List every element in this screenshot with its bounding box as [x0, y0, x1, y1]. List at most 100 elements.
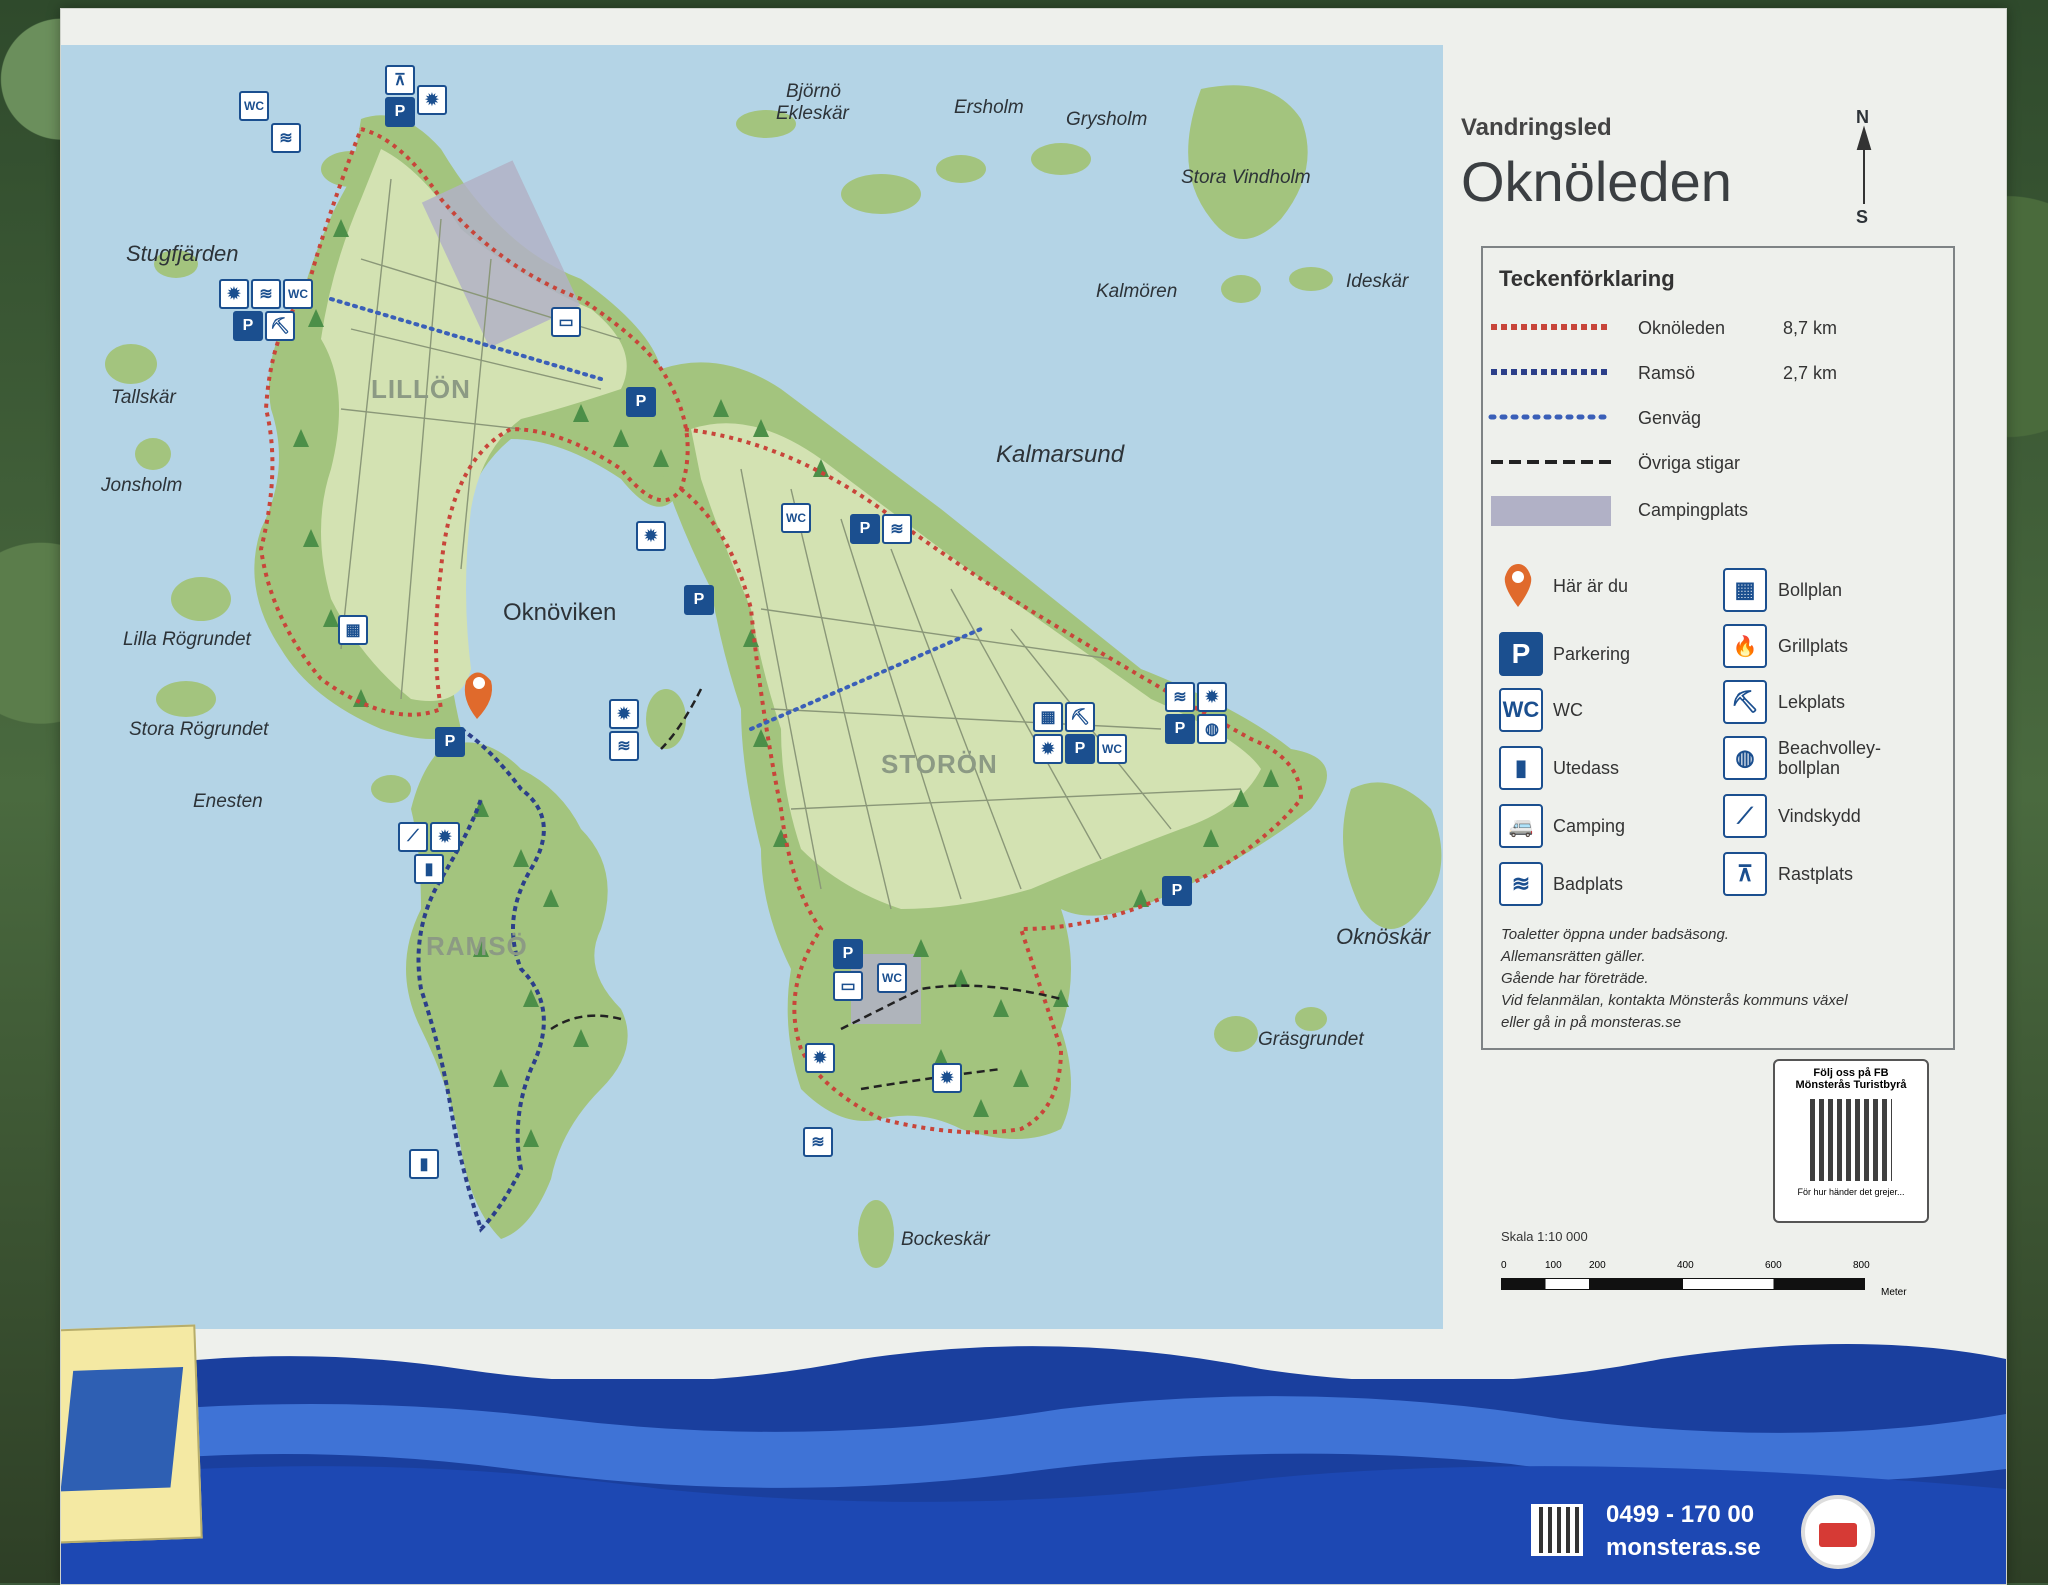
outhouse-icon: ▮	[414, 854, 444, 884]
parking-icon: P	[435, 727, 465, 757]
label-stora-rogrundet: Stora Rögrundet	[129, 719, 269, 740]
footer-qr-icon[interactable]	[1531, 1504, 1583, 1556]
scale-tick-400: 400	[1677, 1260, 1694, 1271]
ball-field-icon: ▦	[1723, 568, 1767, 612]
playground-icon: ⛏	[265, 311, 295, 341]
legend-rastplats: Rastplats	[1778, 864, 1854, 884]
legend-notes: Toaletter öppna under badsäsong. Alleman…	[1501, 924, 1848, 1034]
scale-bar-graphic	[1501, 1278, 1865, 1290]
wc-icon: WC	[1499, 688, 1543, 732]
camping-icon: ▭	[833, 971, 863, 1001]
qr-code-icon[interactable]	[1810, 1099, 1892, 1181]
scale-tick-100: 100	[1545, 1260, 1562, 1271]
parking-icon: P	[233, 311, 263, 341]
label-grysholm: Grysholm	[1066, 109, 1148, 130]
swimming-icon: ≋	[1499, 862, 1543, 906]
scale-bar: Skala 1:10 000 0 100 200 400 600 800 Met…	[1501, 1229, 1907, 1298]
scale-tick-600: 600	[1765, 1260, 1782, 1271]
label-bockeskar: Bockeskär	[901, 1229, 990, 1250]
camping-icon: ▭	[551, 307, 581, 337]
grill-icon: ✹	[219, 279, 249, 309]
rest-area-icon: ⊼	[385, 65, 415, 95]
swimming-icon: ≋	[271, 123, 301, 153]
map-sign: Vandringsled Oknöleden N S Teckenförklar…	[60, 8, 2007, 1585]
qr-footer: För hur händer det grejer...	[1797, 1187, 1905, 1197]
grill-icon: 🔥	[1723, 624, 1767, 668]
parking-icon: P	[684, 585, 714, 615]
wind-shelter-icon: ⟋	[1723, 794, 1767, 838]
label-grasgrundet: Gräsgrundet	[1258, 1029, 1364, 1050]
legend-campingplats-label: Campingplats	[1638, 500, 1749, 520]
parking-icon: P	[833, 939, 863, 969]
swimming-icon: ≋	[882, 514, 912, 544]
scale-tick-0: 0	[1501, 1260, 1507, 1271]
outhouse-icon: ▮	[1499, 746, 1543, 790]
municipality-logo-icon	[1801, 1495, 1875, 1569]
label-kalmarsund: Kalmarsund	[996, 441, 1125, 468]
label-enesten: Enesten	[193, 791, 263, 812]
legend-grillplats: Grillplats	[1778, 636, 1849, 656]
camping-icon: 🚐	[1499, 804, 1543, 848]
outhouse-icon: ▮	[409, 1149, 439, 1179]
grill-icon: ✹	[932, 1063, 962, 1093]
wc-icon: WC	[877, 963, 907, 993]
parking-icon: P	[1162, 876, 1192, 906]
label-ekleskar: Ekleskär	[776, 103, 849, 124]
note-gaende: Gående har företräde.	[1501, 970, 1649, 987]
grill-icon: ✹	[417, 85, 447, 115]
label-storon: STORÖN	[881, 749, 998, 779]
legend-wc: WC	[1553, 700, 1583, 720]
trail-title: Oknöleden	[1461, 150, 1732, 213]
facebook-qr-box[interactable]: Följ oss på FB Mönsterås Turistbyrå För …	[1773, 1059, 1929, 1223]
label-stora-vindholm: Stora Vindholm	[1181, 167, 1311, 188]
label-stugfjarden: Stugfjärden	[126, 241, 239, 266]
wc-icon: WC	[239, 91, 269, 121]
legend-camping: Camping	[1553, 816, 1626, 836]
label-lilla-rogrundet: Lilla Rögrundet	[123, 629, 251, 650]
label-bjorno: Björnö	[786, 81, 841, 102]
ball-field-icon: ▦	[1033, 702, 1063, 732]
wc-icon: WC	[1097, 734, 1127, 764]
scale-unit: Meter	[1881, 1287, 1907, 1298]
legend-badplats: Badplats	[1553, 874, 1624, 894]
label-tallskar: Tallskär	[111, 387, 176, 408]
legend-lekplats: Lekplats	[1778, 692, 1846, 712]
footer-website[interactable]: monsteras.se	[1606, 1534, 1761, 1562]
label-jonsholm: Jonsholm	[101, 475, 183, 496]
location-pin-icon	[1503, 563, 1533, 607]
label-oknoskar: Oknöskär	[1336, 924, 1431, 949]
grill-icon: ✹	[609, 699, 639, 729]
footer-phone[interactable]: 0499 - 170 00	[1606, 1501, 1754, 1529]
legend-genvag-label: Genväg	[1638, 408, 1702, 428]
parking-icon: P	[1499, 632, 1543, 676]
parking-icon: P	[1065, 734, 1095, 764]
legend-parkering: Parkering	[1553, 644, 1631, 664]
label-ramso: RAMSÖ	[426, 931, 528, 961]
label-kalmoren: Kalmören	[1096, 281, 1178, 302]
scale-tick-200: 200	[1589, 1260, 1606, 1271]
wind-shelter-icon: ⟋	[398, 822, 428, 852]
label-ideskar: Ideskär	[1346, 271, 1409, 292]
parking-icon: P	[626, 387, 656, 417]
trail-subtitle: Vandringsled	[1461, 114, 1612, 141]
beach-volleyball-icon: ◍	[1723, 736, 1767, 780]
legend-har-ar-du: Här är du	[1553, 576, 1629, 596]
note-allemansratt: Allemansrätten gäller.	[1501, 948, 1646, 965]
grill-icon: ✹	[805, 1043, 835, 1073]
grill-icon: ✹	[1197, 682, 1227, 712]
rest-area-icon: ⊼	[1723, 852, 1767, 896]
swimming-icon: ≋	[251, 279, 281, 309]
label-lillon: LILLÖN	[371, 374, 471, 404]
grill-icon: ✹	[636, 521, 666, 551]
legend-oknoleden-label: Oknöleden	[1638, 318, 1726, 338]
qr-line1: Följ oss på FB	[1813, 1067, 1889, 1079]
compass-north: N	[1856, 107, 1869, 127]
swimming-icon: ≋	[803, 1127, 833, 1157]
wc-icon: WC	[781, 503, 811, 533]
parking-icon: P	[1165, 714, 1195, 744]
grill-icon: ✹	[430, 822, 460, 852]
compass-south: S	[1856, 207, 1869, 227]
scale-label: Skala 1:10 000	[1501, 1229, 1588, 1244]
label-ersholm: Ersholm	[954, 97, 1024, 118]
parking-icon: P	[385, 97, 415, 127]
